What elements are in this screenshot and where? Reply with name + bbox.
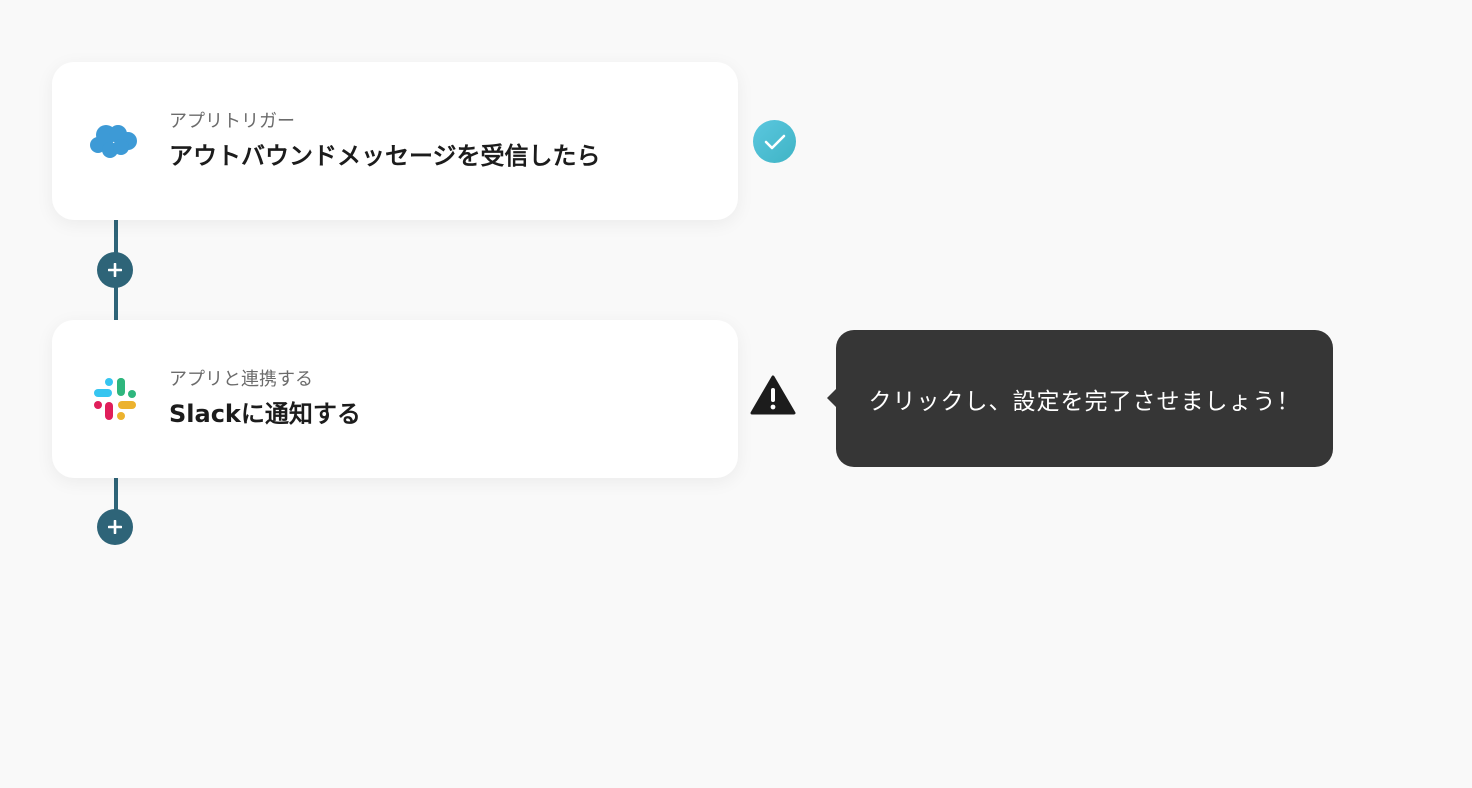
step-card-trigger[interactable]: アプリトリガー アウトバウンドメッセージを受信したら <box>52 62 738 220</box>
step-card-text: アプリと連携する Slackに通知する <box>169 368 361 430</box>
slack-icon <box>88 375 142 423</box>
step-card-action[interactable]: アプリと連携する Slackに通知する <box>52 320 738 478</box>
add-step-button[interactable] <box>97 252 133 288</box>
step-card-text: アプリトリガー アウトバウンドメッセージを受信したら <box>169 110 601 172</box>
step-subtitle: アプリトリガー <box>169 111 295 132</box>
step-title: アウトバウンドメッセージを受信したら <box>169 142 601 170</box>
step-title: Slackに通知する <box>169 400 361 428</box>
plus-icon <box>108 520 122 534</box>
warning-triangle-icon <box>750 374 796 416</box>
step-subtitle: アプリと連携する <box>169 369 313 390</box>
flow-canvas: アプリトリガー アウトバウンドメッセージを受信したら アプリと連携する Slac… <box>0 0 1472 788</box>
plus-icon <box>108 263 122 277</box>
setup-hint-tooltip: クリックし、設定を完了させましょう！ <box>827 330 1333 467</box>
tooltip-text: クリックし、設定を完了させましょう！ <box>868 388 1301 415</box>
check-circle-icon <box>753 120 796 163</box>
add-step-button[interactable] <box>97 509 133 545</box>
salesforce-cloud-icon <box>88 117 142 165</box>
